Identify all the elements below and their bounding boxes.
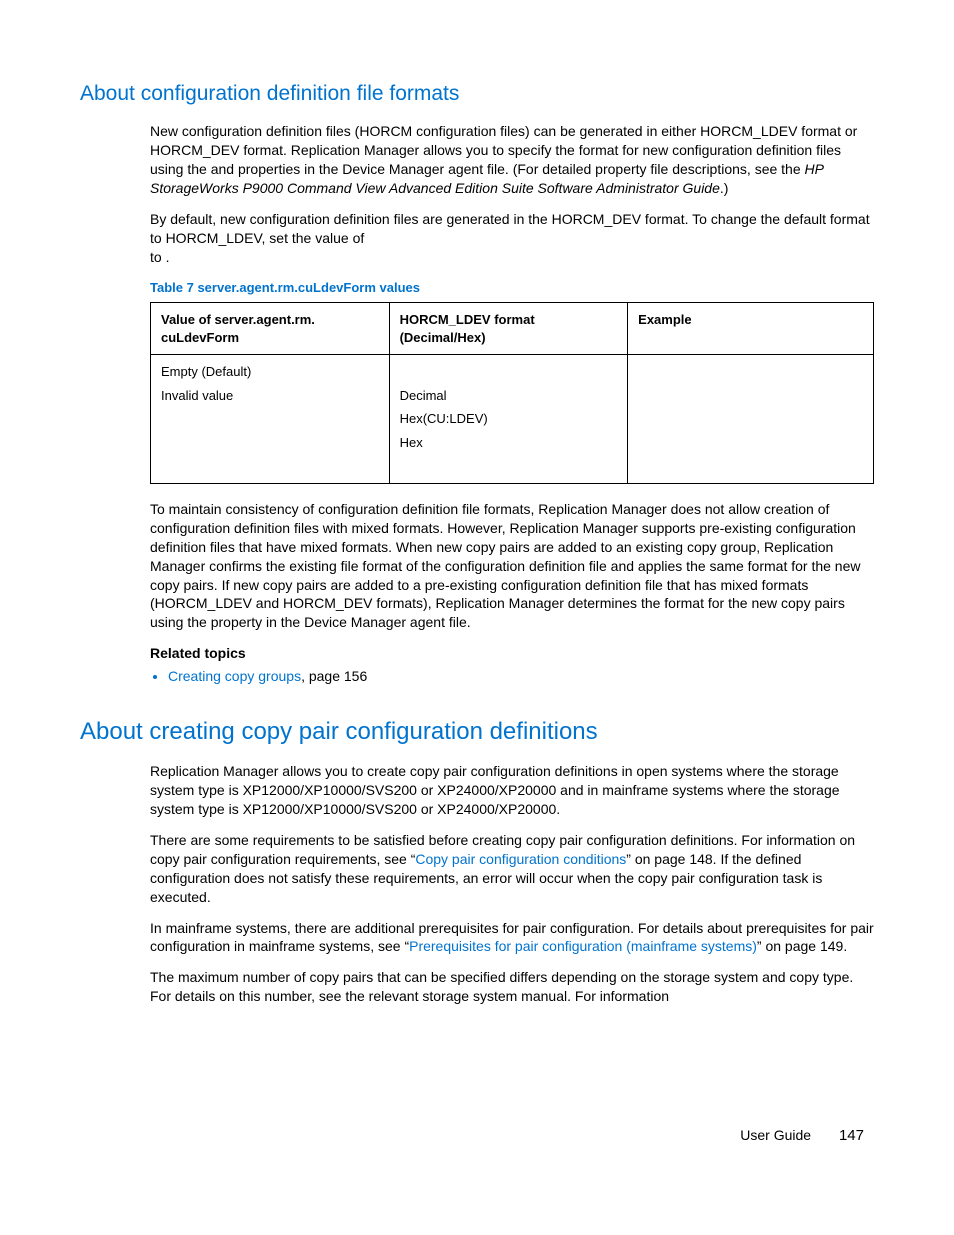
text-fragment: To maintain consistency of configuration… bbox=[150, 501, 861, 630]
page-number: 147 bbox=[839, 1126, 864, 1146]
table-row: Empty (Default) Invalid value Decimal He… bbox=[151, 355, 874, 484]
para-config-formats-intro: New configuration definition files (HORC… bbox=[150, 122, 874, 198]
text-fragment: ” on page 149. bbox=[757, 938, 847, 954]
para-max-copy-pairs: The maximum number of copy pairs that ca… bbox=[150, 968, 874, 1006]
table-caption: Table 7 server.agent.rm.cuLdevForm value… bbox=[150, 279, 874, 297]
text-fragment: . bbox=[166, 249, 170, 265]
link-copy-pair-conditions[interactable]: Copy pair configuration conditions bbox=[415, 851, 626, 867]
text-fragment: .) bbox=[720, 180, 729, 196]
footer-label: User Guide bbox=[740, 1127, 811, 1143]
table-header-value: Value of server.agent.rm. cuLdevForm bbox=[151, 303, 390, 355]
para-requirements: There are some requirements to be satisf… bbox=[150, 831, 874, 907]
related-topics-heading: Related topics bbox=[150, 644, 874, 663]
text-fragment: and bbox=[211, 161, 238, 177]
link-mainframe-prereqs[interactable]: Prerequisites for pair configuration (ma… bbox=[409, 938, 757, 954]
section-heading-copy-pair-config: About creating copy pair configuration d… bbox=[80, 716, 874, 748]
para-default-format: By default, new configuration definition… bbox=[150, 210, 874, 267]
section-heading-config-formats: About configuration definition file form… bbox=[80, 80, 874, 108]
cell-line: Hex bbox=[400, 434, 618, 452]
culdevform-table: Value of server.agent.rm. cuLdevForm HOR… bbox=[150, 302, 874, 484]
text-fragment: , page 156 bbox=[301, 668, 367, 684]
cell-line: Hex(CU:LDEV) bbox=[400, 410, 618, 428]
table-cell-value: Empty (Default) Invalid value bbox=[151, 355, 390, 484]
cell-line: Decimal bbox=[400, 387, 618, 405]
link-creating-copy-groups[interactable]: Creating copy groups bbox=[168, 668, 301, 684]
para-consistency: To maintain consistency of configuration… bbox=[150, 500, 874, 632]
para-mainframe-prereqs: In mainframe systems, there are addition… bbox=[150, 919, 874, 957]
page-footer: User Guide 147 bbox=[80, 1126, 874, 1146]
text-fragment: property in the Device Manager agent bbox=[211, 614, 449, 630]
cell-line: Empty (Default) bbox=[161, 363, 379, 381]
table-cell-example bbox=[628, 355, 874, 484]
list-item: Creating copy groups, page 156 bbox=[168, 667, 874, 686]
text-fragment: file. bbox=[449, 614, 471, 630]
para-copy-pair-intro: Replication Manager allows you to create… bbox=[150, 762, 874, 819]
table-header-example: Example bbox=[628, 303, 874, 355]
related-topics-list: Creating copy groups, page 156 bbox=[150, 667, 874, 686]
cell-line: Invalid value bbox=[161, 387, 379, 405]
text-fragment: to bbox=[150, 249, 166, 265]
text-fragment: By default, new configuration definition… bbox=[150, 211, 870, 246]
table-header-format: HORCM_LDEV format (Decimal/Hex) bbox=[389, 303, 628, 355]
text-fragment: file. (For detailed property file descri… bbox=[487, 161, 805, 177]
table-cell-format: Decimal Hex(CU:LDEV) Hex bbox=[389, 355, 628, 484]
text-fragment: properties in the Device Manager agent bbox=[238, 161, 487, 177]
